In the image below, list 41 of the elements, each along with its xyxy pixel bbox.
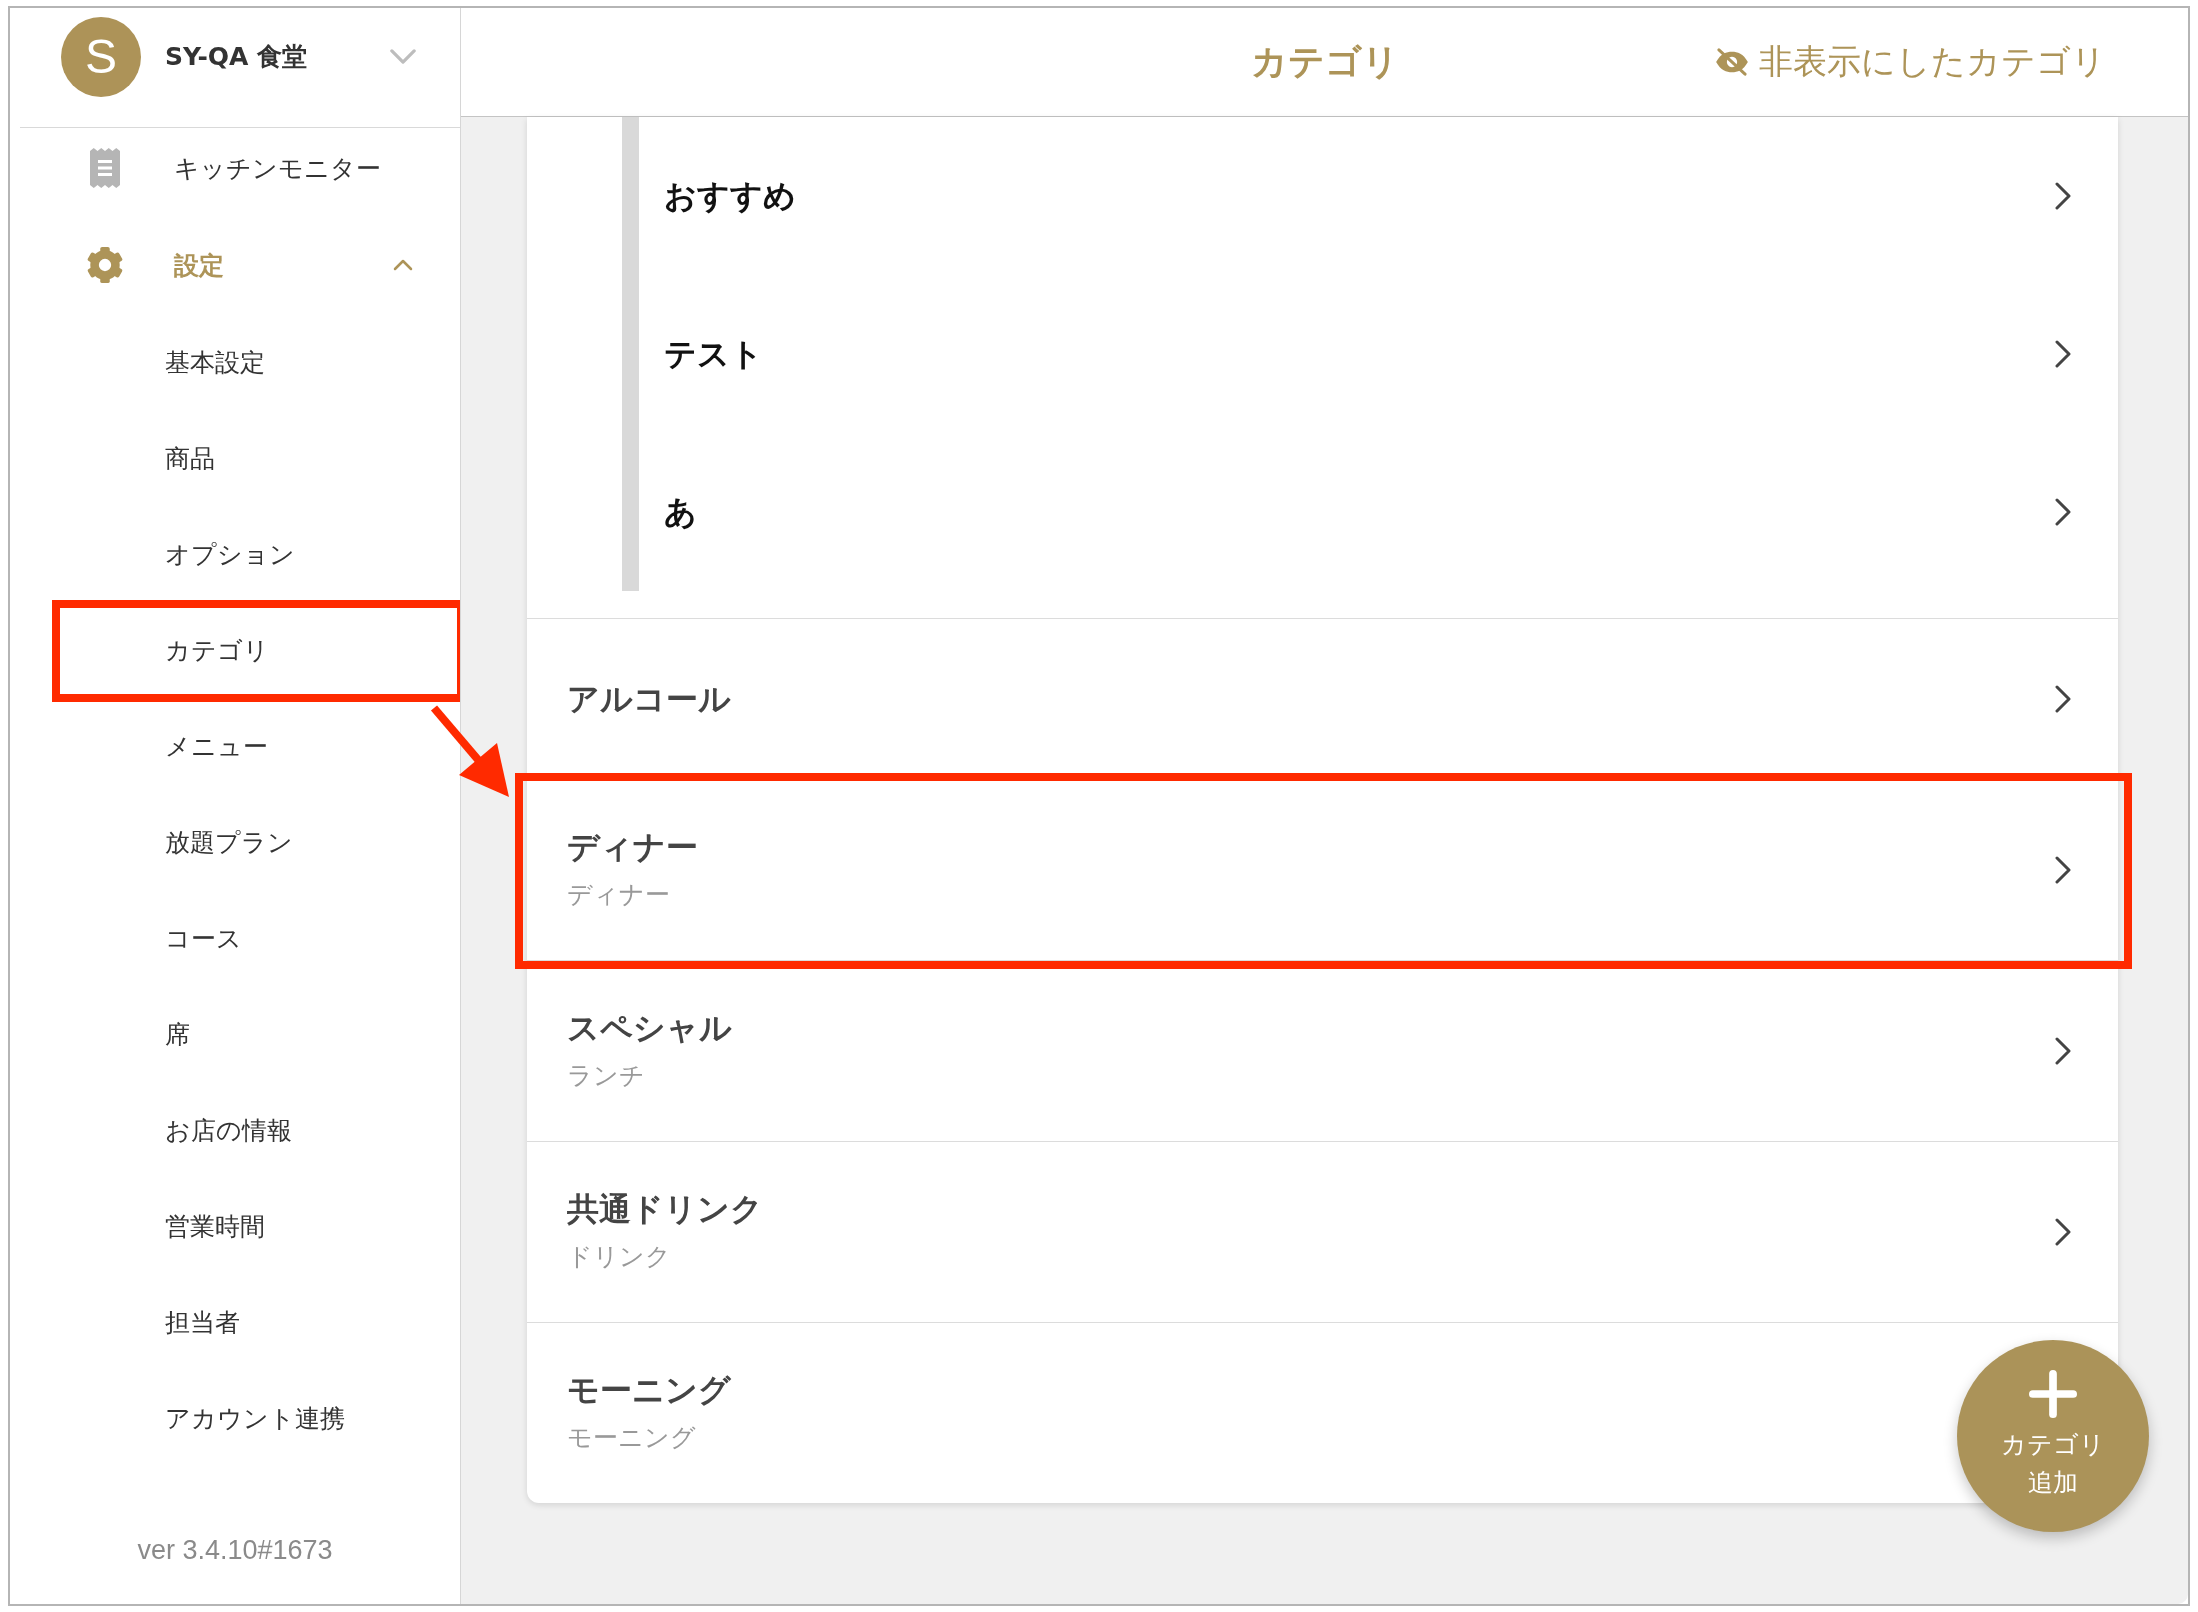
category-row[interactable]: 共通ドリンク ドリンク: [527, 1142, 2118, 1322]
chevron-right-icon: [2055, 1037, 2071, 1065]
category-row[interactable]: アルコール: [527, 619, 2118, 779]
receipt-icon: [90, 148, 120, 188]
version-text: ver 3.4.10#1673: [137, 1534, 333, 1566]
chevron-right-icon: [2055, 856, 2071, 884]
sidebar-subitem[interactable]: メニュー: [10, 698, 460, 794]
sidebar-subitem[interactable]: 営業時間: [10, 1178, 460, 1274]
category-row[interactable]: あ: [639, 433, 2118, 591]
chevron-down-icon[interactable]: [390, 49, 416, 64]
sidebar-subitem[interactable]: 商品: [10, 410, 460, 506]
sidebar-subitem[interactable]: 放題プラン: [10, 794, 460, 890]
category-row[interactable]: テスト: [639, 275, 2118, 433]
chevron-right-icon: [2055, 182, 2071, 210]
plus-icon: [2029, 1370, 2077, 1418]
sidebar-subitem[interactable]: お店の情報: [10, 1082, 460, 1178]
eye-off-icon: [1715, 48, 1749, 76]
store-name: SY-QA 食堂: [165, 41, 308, 73]
category-row[interactable]: ディナー ディナー: [527, 780, 2118, 960]
category-subtitle: ディナー: [567, 879, 670, 911]
sidebar-subitem[interactable]: オプション: [10, 506, 460, 602]
sidebar-subitem[interactable]: カテゴリ: [10, 602, 460, 698]
sidebar-item[interactable]: キッチンモニター: [10, 128, 460, 208]
category-row[interactable]: モーニング モーニング: [527, 1323, 1943, 1503]
chevron-right-icon: [2055, 685, 2071, 713]
chevron-right-icon: [2055, 498, 2071, 526]
sidebar-subitem[interactable]: アカウント連携: [10, 1370, 460, 1466]
account-avatar: S: [61, 16, 141, 97]
category-row[interactable]: おすすめ: [639, 117, 2118, 275]
category-subtitle: モーニング: [567, 1422, 696, 1454]
page-title: カテゴリ: [1250, 39, 1399, 84]
category-subtitle: ドリンク: [567, 1241, 671, 1273]
category-row[interactable]: スペシャル ランチ: [527, 961, 2118, 1141]
sidebar-subitem[interactable]: 基本設定: [10, 314, 460, 410]
chevron-right-icon: [2055, 1218, 2071, 1246]
sidebar-subitem[interactable]: 担当者: [10, 1274, 460, 1370]
category-subtitle: ランチ: [567, 1060, 645, 1092]
sidebar-subitem[interactable]: コース: [10, 890, 460, 986]
sidebar-subitem[interactable]: 席: [10, 986, 460, 1082]
gear-icon: [86, 246, 124, 284]
chevron-right-icon: [2055, 340, 2071, 368]
